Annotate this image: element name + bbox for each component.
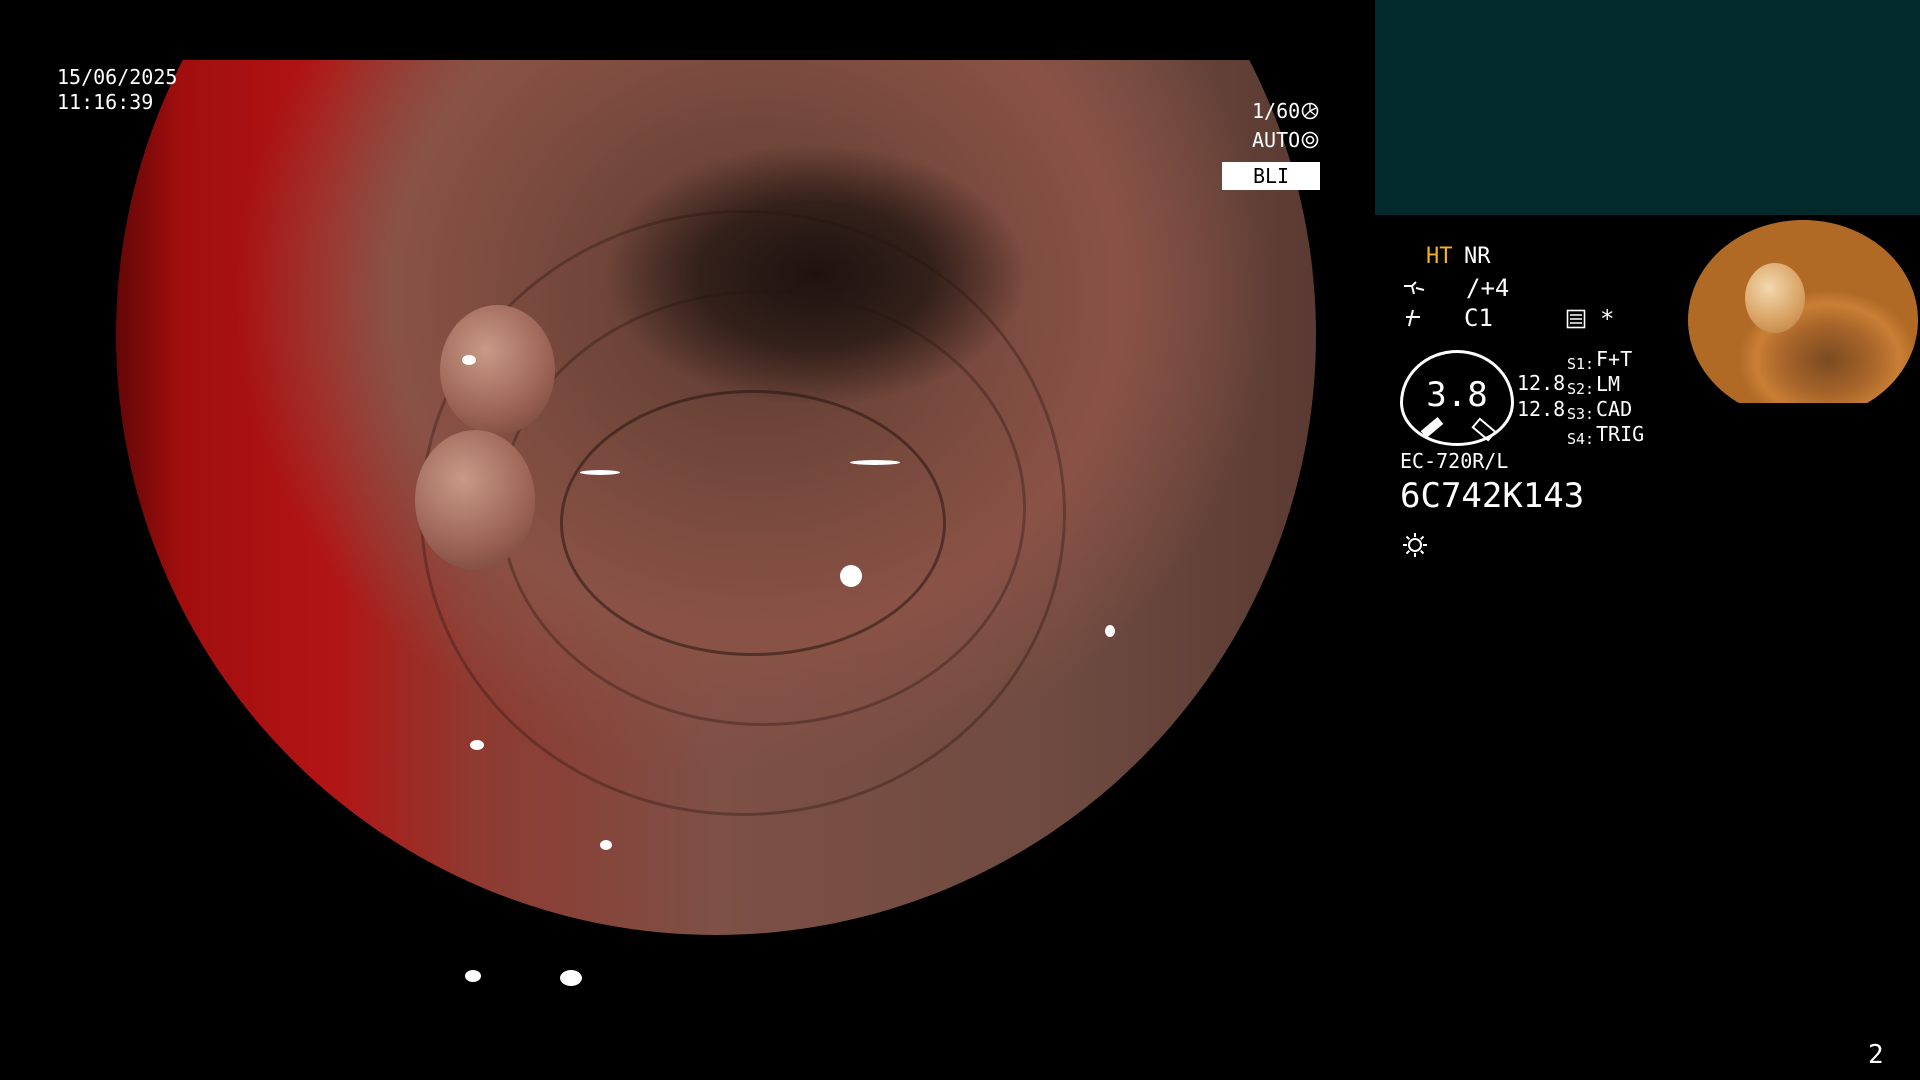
thumbnail-image — [1688, 220, 1918, 403]
specular-highlight — [470, 740, 484, 750]
switch-key: S4: — [1567, 430, 1595, 448]
specular-highlight — [1105, 625, 1115, 637]
switch-key: S2: — [1567, 380, 1595, 398]
vignette — [0, 60, 180, 1020]
memo-icon — [1566, 309, 1586, 329]
gauge-marker-left — [1420, 416, 1444, 439]
color-value: C1 — [1464, 304, 1493, 332]
mode-badge: BLI — [1222, 162, 1320, 190]
gauge-value: 3.8 — [1426, 375, 1488, 415]
specular-highlight — [560, 970, 582, 986]
specular-highlight — [580, 470, 620, 475]
specular-highlight — [462, 355, 476, 365]
light-icon — [1401, 531, 1429, 559]
asterisk-label: * — [1600, 305, 1615, 333]
shutter-label: 1/60 — [1252, 99, 1301, 123]
gauge-value-bottom: 12.8 — [1517, 397, 1566, 421]
specular-highlight — [850, 460, 900, 465]
switch-key: S1: — [1567, 355, 1595, 373]
reference-thumbnail — [1670, 218, 1920, 403]
scope-serial: 6C742K143 — [1400, 476, 1585, 516]
scope-model: EC-720R/L — [1400, 449, 1509, 473]
time-label: 11:16:39 — [57, 90, 154, 114]
switch-value: TRIG — [1596, 422, 1645, 446]
gauge-value-top: 12.8 — [1517, 371, 1566, 395]
enhancement-icon — [1402, 278, 1426, 298]
polyp — [415, 430, 535, 570]
gauge-marker-right — [1471, 417, 1497, 442]
shutter-icon — [1301, 102, 1319, 120]
endoscope-view — [0, 60, 1375, 1020]
page-number: 2 — [1868, 1040, 1884, 1070]
enhancement-value: /+4 — [1466, 274, 1510, 302]
date-label: 15/06/2025 — [57, 65, 178, 89]
mucosal-fold — [560, 390, 946, 656]
switch-value: CAD — [1596, 397, 1633, 421]
gauge: 3.8 — [1400, 350, 1514, 446]
specular-highlight — [840, 565, 862, 587]
switch-value: LM — [1596, 372, 1621, 396]
polyp — [440, 305, 555, 435]
specular-highlight — [600, 840, 612, 850]
info-panel-background — [1375, 0, 1920, 215]
iris-label: AUTO — [1252, 128, 1301, 152]
color-icon — [1402, 308, 1424, 328]
nr-label: NR — [1464, 244, 1491, 269]
switch-key: S3: — [1567, 405, 1595, 423]
specular-highlight — [465, 970, 481, 982]
thumbnail-polyp — [1745, 263, 1805, 333]
ht-label: HT — [1426, 244, 1453, 269]
iris-icon — [1301, 131, 1319, 149]
switch-value: F+T — [1596, 347, 1633, 371]
